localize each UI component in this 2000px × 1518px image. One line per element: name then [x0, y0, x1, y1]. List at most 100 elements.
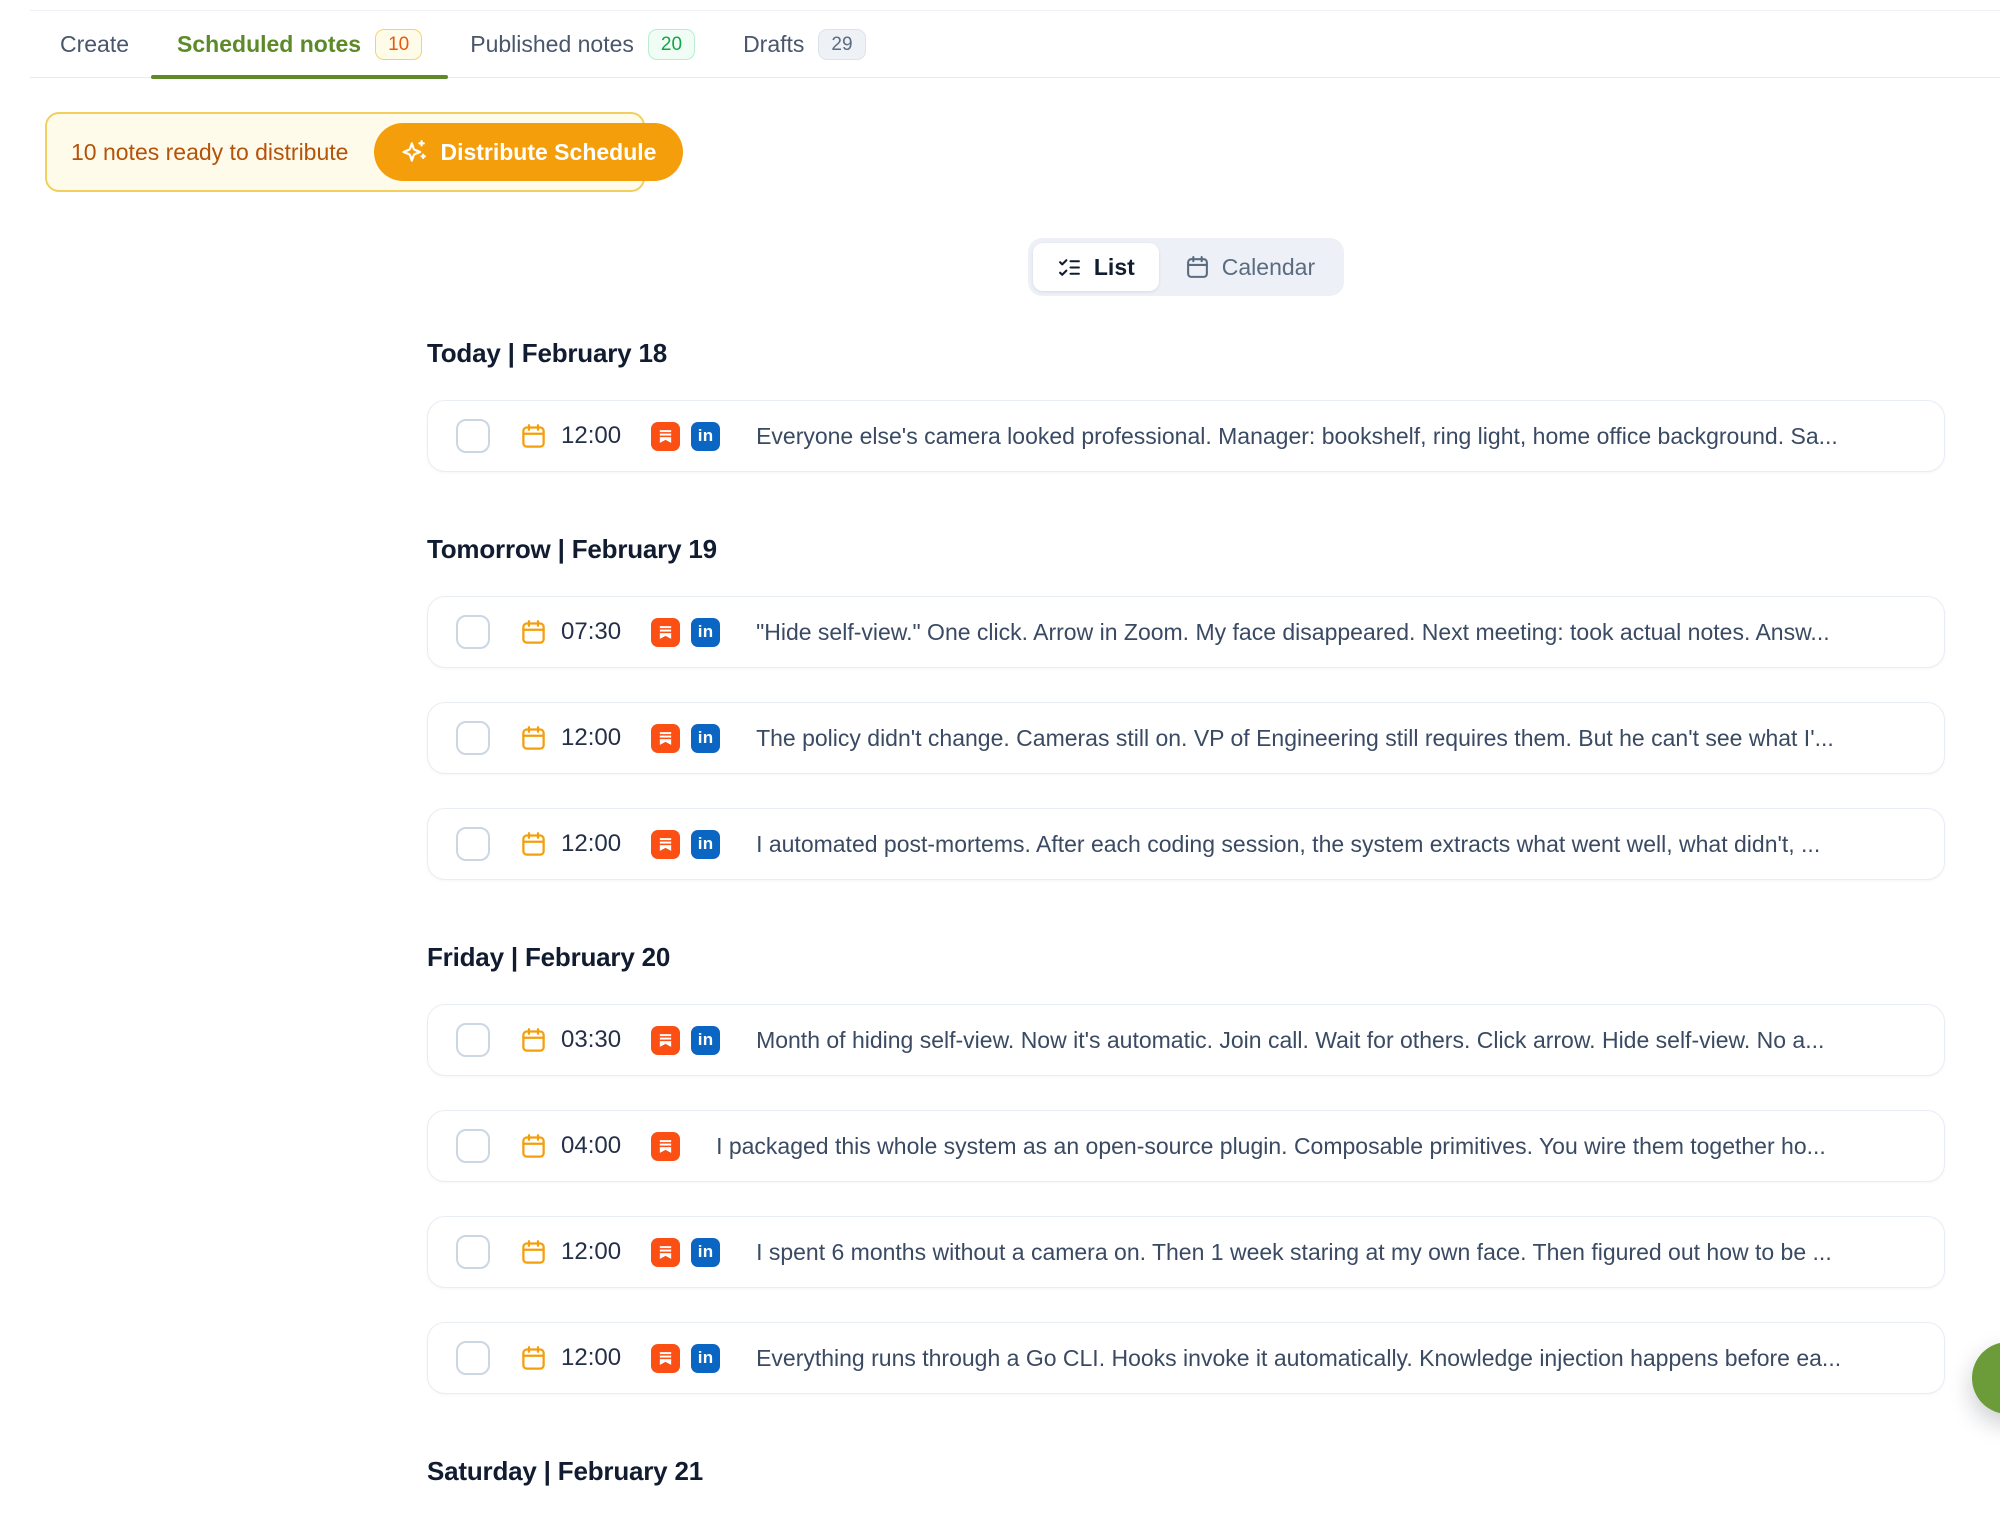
schedule-section: Friday | February 20 03:30 in Month of h…	[427, 942, 1945, 1394]
distribute-schedule-label: Distribute Schedule	[440, 139, 656, 166]
scheduled-notes-content: List Calendar Today | February 18	[427, 238, 1945, 1518]
note-row[interactable]: 04:00 I packaged this whole system as an…	[427, 1110, 1945, 1182]
banner-text: 10 notes ready to distribute	[71, 139, 348, 166]
note-checkbox[interactable]	[456, 1235, 490, 1269]
note-row[interactable]: 03:30 in Month of hiding self-view. Now …	[427, 1004, 1945, 1076]
platform-icons	[651, 1132, 680, 1161]
distribute-schedule-button[interactable]: Distribute Schedule	[374, 123, 683, 181]
schedule-section: Tomorrow | February 19 07:30 in "Hide se…	[427, 534, 1945, 880]
substack-icon	[651, 1026, 680, 1055]
linkedin-icon: in	[691, 422, 720, 451]
view-toggle-wrap: List Calendar	[427, 238, 1945, 296]
tab-badge: 29	[818, 29, 865, 60]
substack-icon	[651, 1238, 680, 1267]
substack-icon	[651, 618, 680, 647]
note-preview-text: I packaged this whole system as an open-…	[716, 1133, 1916, 1160]
note-time: 12:00	[561, 724, 621, 752]
schedule-calendar-icon	[520, 1345, 547, 1372]
note-time: 12:00	[561, 1238, 621, 1266]
note-row[interactable]: 12:00 in The policy didn't change. Camer…	[427, 702, 1945, 774]
tab-list: Create Scheduled notes 10 Published note…	[60, 11, 866, 77]
note-preview-text: Month of hiding self-view. Now it's auto…	[756, 1027, 1916, 1054]
platform-icons: in	[651, 422, 720, 451]
substack-icon	[651, 830, 680, 859]
list-view-label: List	[1094, 254, 1135, 281]
tab-scheduled-notes[interactable]: Scheduled notes 10	[177, 11, 422, 77]
list-checks-icon	[1057, 255, 1082, 280]
platform-icons: in	[651, 724, 720, 753]
section-heading: Tomorrow | February 19	[427, 534, 1945, 564]
calendar-view-label: Calendar	[1222, 254, 1315, 281]
section-rows: 12:00 in Everyone else's camera looked p…	[427, 400, 1945, 472]
note-preview-text: I spent 6 months without a camera on. Th…	[756, 1239, 1916, 1266]
note-row[interactable]: 12:00 in I spent 6 months without a came…	[427, 1216, 1945, 1288]
tab-published-notes[interactable]: Published notes 20	[470, 11, 695, 77]
section-heading: Saturday | February 21	[427, 1456, 1945, 1486]
schedule-calendar-icon	[520, 423, 547, 450]
note-time: 04:00	[561, 1132, 621, 1160]
platform-icons: in	[651, 1238, 720, 1267]
distribute-banner: 10 notes ready to distribute Distribute …	[45, 112, 645, 192]
tab-bar: Create Scheduled notes 10 Published note…	[30, 10, 2000, 78]
schedule-section: Saturday | February 21	[427, 1456, 1945, 1486]
tab-drafts[interactable]: Drafts 29	[743, 11, 865, 77]
platform-icons: in	[651, 1026, 720, 1055]
note-time: 12:00	[561, 422, 621, 450]
platform-icons: in	[651, 830, 720, 859]
tab-create[interactable]: Create	[60, 11, 129, 77]
view-toggle: List Calendar	[1028, 238, 1344, 296]
chat-fab[interactable]	[1972, 1342, 2000, 1414]
section-heading: Today | February 18	[427, 338, 1945, 368]
schedule-calendar-icon	[520, 619, 547, 646]
note-checkbox[interactable]	[456, 827, 490, 861]
tab-label: Create	[60, 31, 129, 58]
note-checkbox[interactable]	[456, 615, 490, 649]
note-preview-text: The policy didn't change. Cameras still …	[756, 725, 1916, 752]
schedule-calendar-icon	[520, 1133, 547, 1160]
tab-label: Scheduled notes	[177, 31, 361, 58]
schedule-section: Today | February 18 12:00 in Everyone el…	[427, 338, 1945, 472]
note-row[interactable]: 12:00 in Everything runs through a Go CL…	[427, 1322, 1945, 1394]
schedule-calendar-icon	[520, 1027, 547, 1054]
calendar-view-button[interactable]: Calendar	[1161, 243, 1339, 291]
linkedin-icon: in	[691, 1238, 720, 1267]
linkedin-icon: in	[691, 1026, 720, 1055]
note-checkbox[interactable]	[456, 1129, 490, 1163]
note-time: 07:30	[561, 618, 621, 646]
note-row[interactable]: 07:30 in "Hide self-view." One click. Ar…	[427, 596, 1945, 668]
note-checkbox[interactable]	[456, 721, 490, 755]
substack-icon	[651, 1344, 680, 1373]
linkedin-icon: in	[691, 618, 720, 647]
section-heading: Friday | February 20	[427, 942, 1945, 972]
section-rows: 03:30 in Month of hiding self-view. Now …	[427, 1004, 1945, 1394]
note-checkbox[interactable]	[456, 419, 490, 453]
tab-badge: 20	[648, 29, 695, 60]
platform-icons: in	[651, 1344, 720, 1373]
section-rows: 07:30 in "Hide self-view." One click. Ar…	[427, 596, 1945, 880]
note-checkbox[interactable]	[456, 1341, 490, 1375]
calendar-icon	[1185, 255, 1210, 280]
schedule-calendar-icon	[520, 831, 547, 858]
list-view-button[interactable]: List	[1033, 243, 1159, 291]
note-row[interactable]: 12:00 in I automated post-mortems. After…	[427, 808, 1945, 880]
tab-label: Drafts	[743, 31, 804, 58]
schedule-sections: Today | February 18 12:00 in Everyone el…	[427, 338, 1945, 1486]
tab-label: Published notes	[470, 31, 634, 58]
linkedin-icon: in	[691, 830, 720, 859]
linkedin-icon: in	[691, 724, 720, 753]
substack-icon	[651, 422, 680, 451]
note-time: 03:30	[561, 1026, 621, 1054]
note-row[interactable]: 12:00 in Everyone else's camera looked p…	[427, 400, 1945, 472]
note-time: 12:00	[561, 830, 621, 858]
substack-icon	[651, 724, 680, 753]
linkedin-icon: in	[691, 1344, 720, 1373]
note-checkbox[interactable]	[456, 1023, 490, 1057]
note-preview-text: I automated post-mortems. After each cod…	[756, 831, 1916, 858]
sparkles-icon	[401, 139, 427, 165]
tab-badge: 10	[375, 29, 422, 60]
note-preview-text: Everything runs through a Go CLI. Hooks …	[756, 1345, 1916, 1372]
note-preview-text: Everyone else's camera looked profession…	[756, 423, 1916, 450]
note-time: 12:00	[561, 1344, 621, 1372]
note-preview-text: "Hide self-view." One click. Arrow in Zo…	[756, 619, 1916, 646]
substack-icon	[651, 1132, 680, 1161]
